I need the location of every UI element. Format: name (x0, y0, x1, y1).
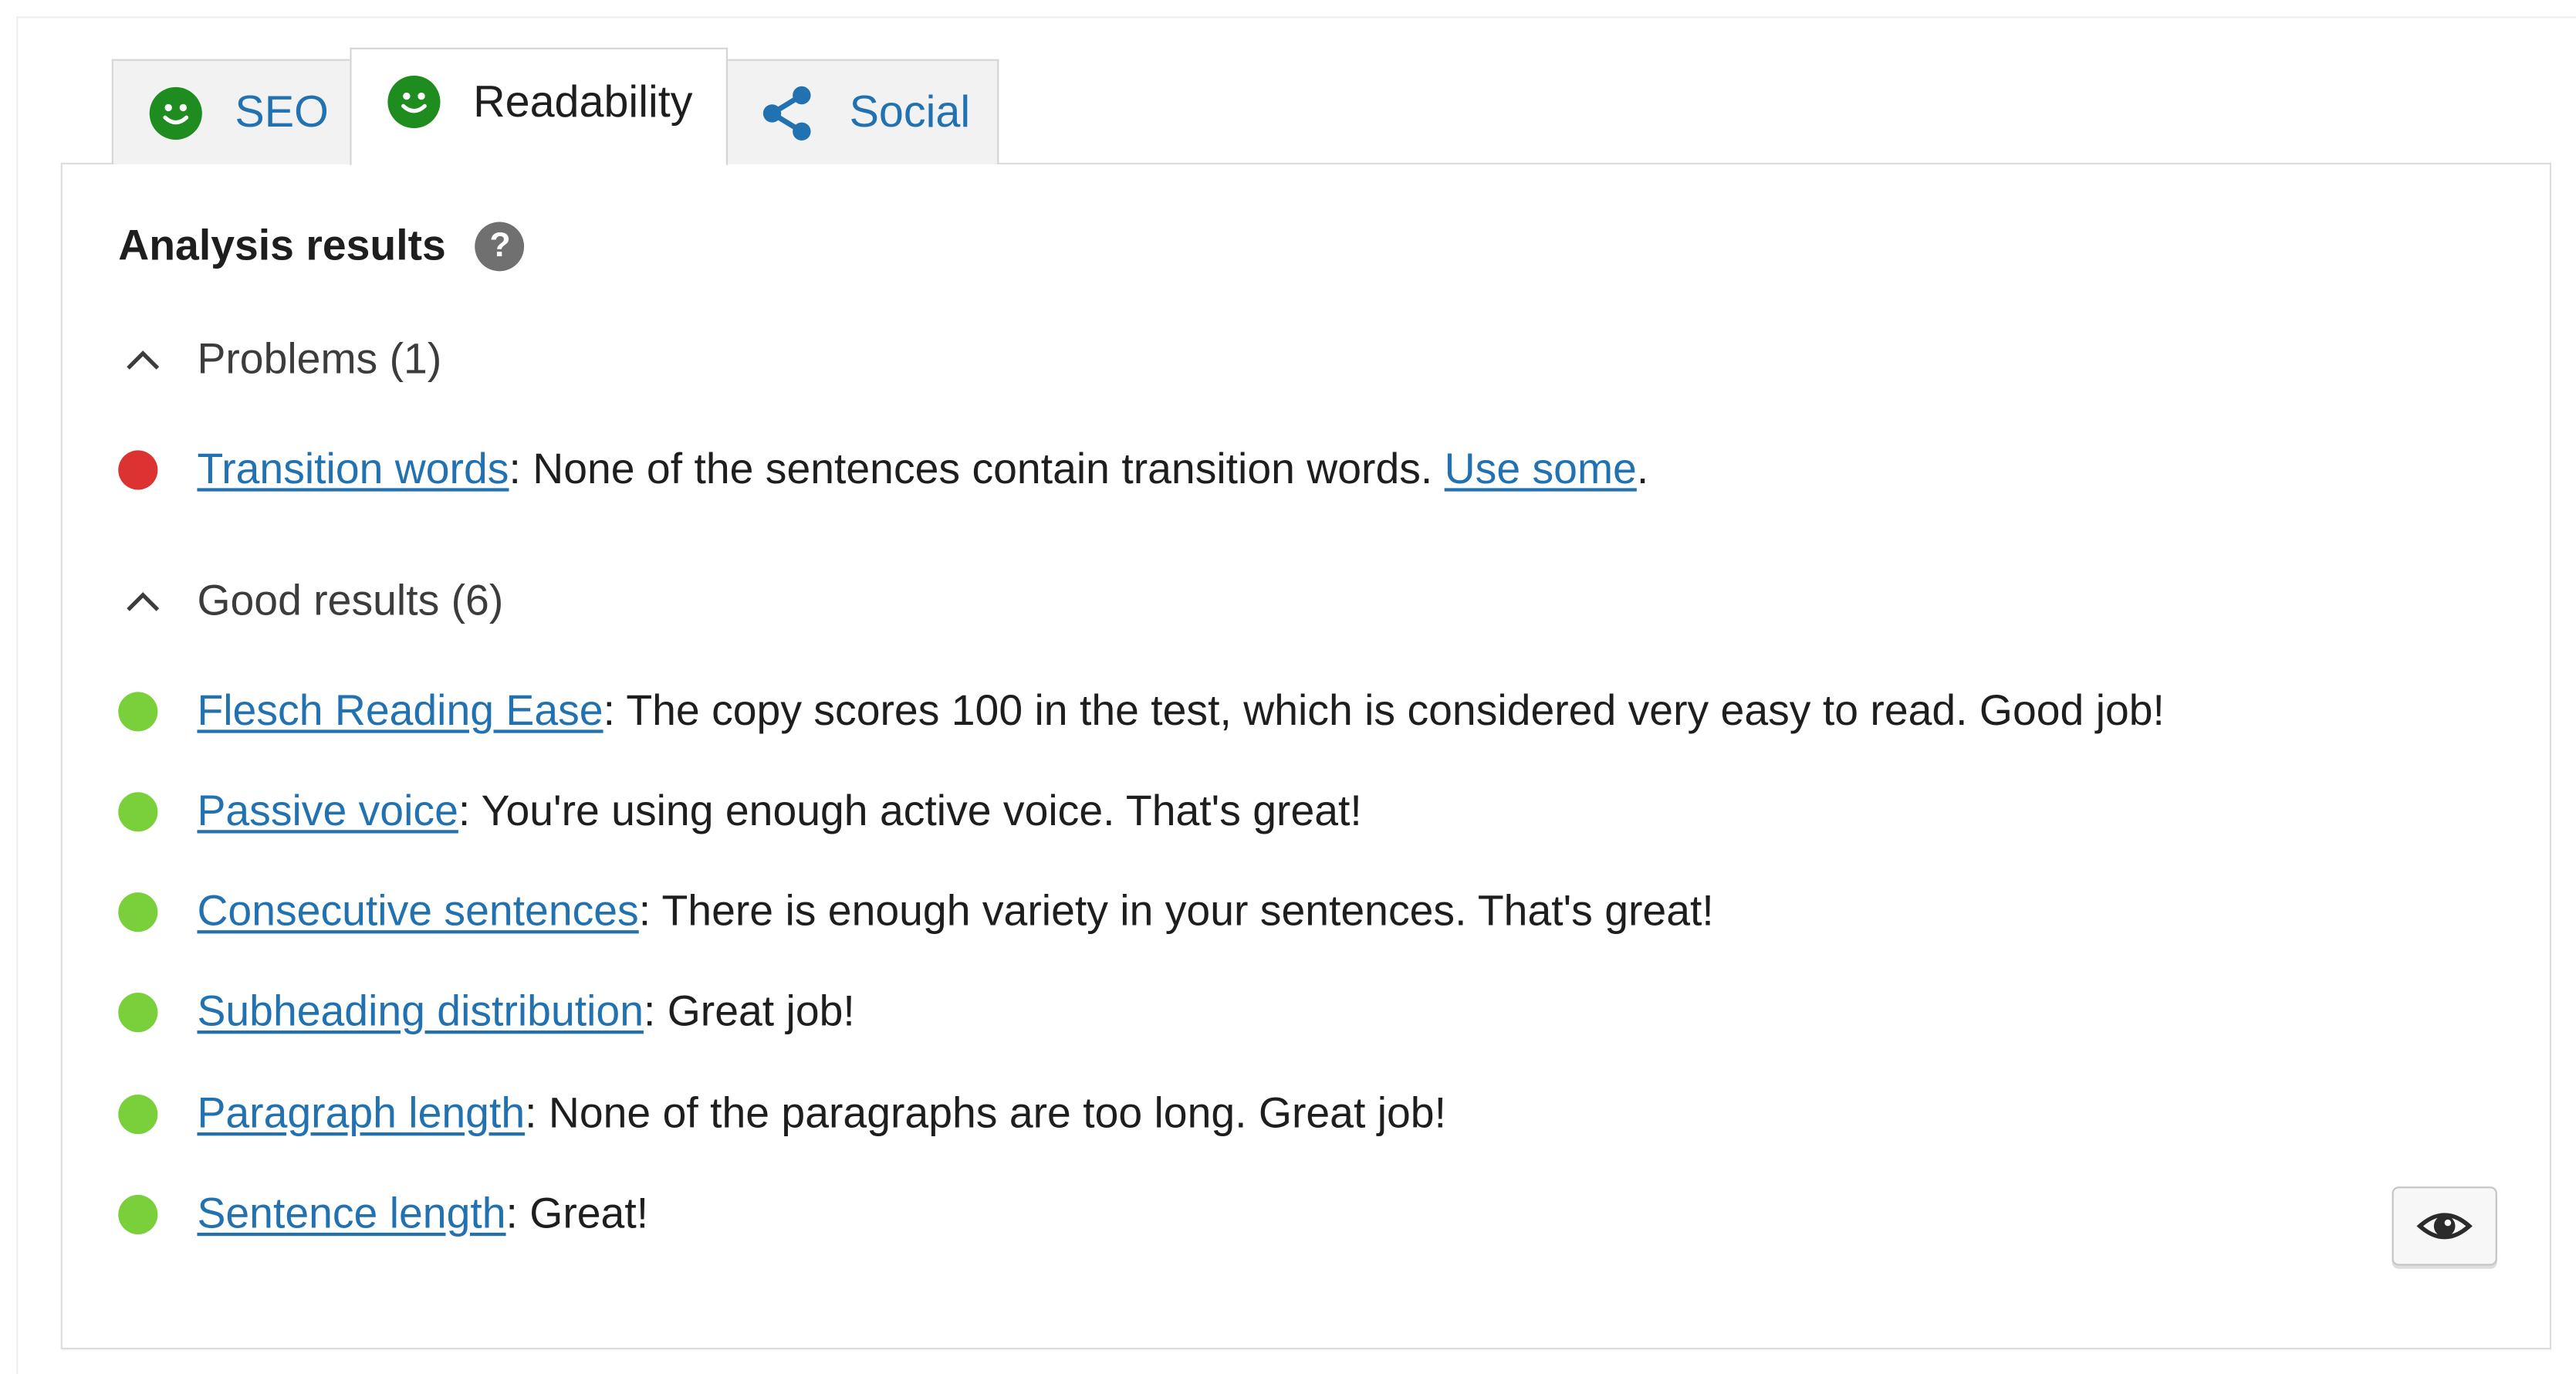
good-result-bullet (118, 791, 158, 831)
tab-social-label: Social (849, 86, 971, 137)
tab-seo-label: SEO (235, 86, 329, 137)
result-text: Flesch Reading Ease: The copy scores 100… (197, 685, 2165, 736)
good-results-header: Good results (6) (197, 575, 504, 625)
result-text: Subheading distribution: Great job! (197, 987, 854, 1037)
page-top-strip (0, 0, 2576, 17)
good-result-bullet (118, 892, 158, 932)
result-link-transition-words[interactable]: Transition words (197, 444, 509, 493)
result-text: Paragraph length: None of the paragraphs… (197, 1088, 1446, 1139)
smiley-icon (149, 86, 202, 139)
result-consecutive-sentences: Consecutive sentences: There is enough v… (118, 886, 1714, 937)
good-result-bullet (118, 691, 158, 731)
result-paragraph-length: Paragraph length: None of the paragraphs… (118, 1088, 1446, 1139)
result-link-subheading-distribution[interactable]: Subheading distribution (197, 987, 644, 1036)
result-description: : The copy scores 100 in the test, which… (603, 685, 2165, 735)
result-description: : There is enough variety in your senten… (638, 885, 1714, 936)
bad-result-bullet (118, 449, 158, 489)
stage: SEO Readability Social Analysis results … (0, 0, 2576, 1374)
result-text: Passive voice: You're using enough activ… (197, 786, 1361, 837)
result-link-paragraph-length[interactable]: Paragraph length (197, 1088, 525, 1138)
eye-icon (2413, 1206, 2476, 1246)
analysis-results-title: Analysis results (118, 220, 446, 270)
readability-panel: Analysis results ? Problems (1) Transiti… (60, 162, 2552, 1350)
use-some-link[interactable]: Use some (1445, 444, 1637, 493)
result-text: Sentence length: Great! (197, 1188, 648, 1239)
result-transition-words: Transition words: None of the sentences … (118, 444, 1648, 495)
good-results-toggle[interactable]: Good results (6) (118, 575, 503, 626)
result-link-sentence-length[interactable]: Sentence length (197, 1188, 505, 1237)
good-result-bullet (118, 1193, 158, 1234)
help-icon[interactable]: ? (475, 221, 526, 271)
chevron-up-icon (118, 576, 167, 625)
good-result-bullet (118, 1093, 158, 1134)
result-link-flesch-reading-ease[interactable]: Flesch Reading Ease (197, 685, 603, 735)
tab-seo[interactable]: SEO (111, 59, 352, 164)
result-flesch-reading-ease: Flesch Reading Ease: The copy scores 100… (118, 685, 2165, 736)
result-end: . (1636, 443, 1649, 493)
result-description: : Great job! (643, 986, 855, 1036)
result-link-consecutive-sentences[interactable]: Consecutive sentences (197, 886, 638, 936)
result-sentence-length: Sentence length: Great! (118, 1188, 648, 1239)
result-subheading-distribution: Subheading distribution: Great job! (118, 987, 855, 1037)
result-text: Consecutive sentences: There is enough v… (197, 886, 1713, 937)
problems-toggle[interactable]: Problems (1) (118, 333, 441, 384)
tab-social[interactable]: Social (725, 59, 999, 164)
result-description: : None of the sentences contain transiti… (509, 443, 1445, 493)
tab-readability-label: Readability (473, 76, 693, 126)
toggle-highlight-button[interactable] (2392, 1186, 2497, 1266)
result-description: : Great! (505, 1188, 649, 1238)
analysis-tabs: SEO Readability Social (111, 46, 999, 167)
problems-header: Problems (1) (197, 333, 442, 384)
analysis-results-heading: Analysis results ? (118, 220, 526, 271)
smiley-icon (387, 75, 441, 129)
result-description: : None of the paragraphs are too long. G… (525, 1088, 1446, 1138)
chevron-up-icon (118, 334, 167, 384)
result-link-passive-voice[interactable]: Passive voice (197, 786, 458, 835)
good-result-bullet (118, 991, 158, 1032)
share-icon (757, 83, 816, 143)
tab-readability[interactable]: Readability (350, 47, 729, 167)
result-description: : You're using enough active voice. That… (458, 785, 1362, 835)
result-passive-voice: Passive voice: You're using enough activ… (118, 786, 1362, 837)
result-text: Transition words: None of the sentences … (197, 444, 1648, 495)
